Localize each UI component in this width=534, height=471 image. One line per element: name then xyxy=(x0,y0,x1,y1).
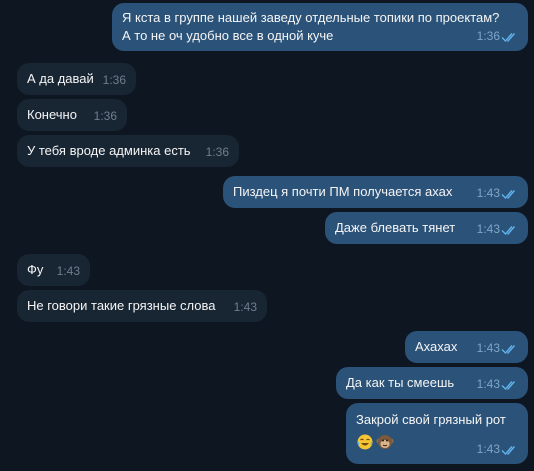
message-time: 1:43 xyxy=(476,341,500,355)
message-time: 1:43 xyxy=(476,377,500,391)
incoming-message[interactable]: У тебя вроде админка есть 1:36 xyxy=(17,135,239,167)
message-text: Даже блевать тянет xyxy=(335,220,456,235)
message-time: 1:43 xyxy=(476,442,500,456)
message-time: 1:43 xyxy=(233,300,257,314)
message-text: Закрой свой грязный рот xyxy=(356,412,506,427)
message-time: 1:43 xyxy=(476,222,500,236)
double-check-read-icon xyxy=(501,33,516,43)
outgoing-message[interactable]: Да как ты смеешь 1:43 xyxy=(336,367,528,399)
incoming-message[interactable]: Конечно 1:36 xyxy=(17,99,127,131)
message-time: 1:36 xyxy=(102,73,126,87)
double-check-read-icon xyxy=(501,190,516,200)
incoming-message[interactable]: Фу 1:43 xyxy=(17,254,90,286)
monkey-emoji xyxy=(376,435,394,449)
incoming-message[interactable]: А да давай 1:36 xyxy=(17,63,136,95)
message-time: 1:43 xyxy=(476,186,500,200)
double-check-read-icon xyxy=(501,345,516,355)
outgoing-message[interactable]: Закрой свой грязный рот 1:43 xyxy=(346,403,528,464)
double-check-read-icon xyxy=(501,446,516,456)
face-with-tears-of-joy-emoji xyxy=(357,434,373,450)
outgoing-message[interactable]: Даже блевать тянет 1:43 xyxy=(325,212,528,244)
message-time: 1:36 xyxy=(93,109,117,123)
message-text: Пиздец я почти ПМ получается ахах xyxy=(233,184,453,199)
outgoing-message[interactable]: Пиздец я почти ПМ получается ахах 1:43 xyxy=(223,176,528,208)
message-text: Ахахах xyxy=(415,339,458,354)
message-time: 1:43 xyxy=(56,264,80,278)
message-time: 1:36 xyxy=(476,29,500,43)
message-text-line: А то не оч удобно все в одной куче xyxy=(122,28,334,43)
message-text-line: Я кста в группе нашей заведу отдельные т… xyxy=(122,10,500,25)
outgoing-message[interactable]: Ахахах 1:43 xyxy=(405,331,528,363)
message-text: Да как ты смеешь xyxy=(346,375,455,390)
incoming-message[interactable]: Не говори такие грязные слова 1:43 xyxy=(17,290,267,322)
message-text: Конечно xyxy=(27,107,77,122)
outgoing-message[interactable]: Я кста в группе нашей заведу отдельные т… xyxy=(112,3,528,51)
message-time: 1:36 xyxy=(205,145,229,159)
message-text: Не говори такие грязные слова xyxy=(27,298,216,313)
message-text: А да давай xyxy=(27,71,94,86)
double-check-read-icon xyxy=(501,381,516,391)
chat-message-list[interactable]: Я кста в группе нашей заведу отдельные т… xyxy=(0,0,534,471)
double-check-read-icon xyxy=(501,226,516,236)
message-text: Фу xyxy=(27,262,44,277)
message-text: У тебя вроде админка есть xyxy=(27,143,191,158)
